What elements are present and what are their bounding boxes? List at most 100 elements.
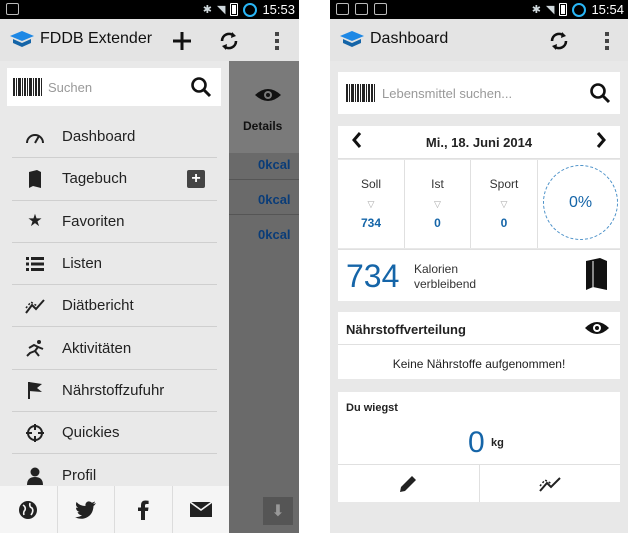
search-icon[interactable] [190, 76, 212, 98]
arrow-down-icon: ⬇ [271, 503, 285, 520]
menu-item-listen[interactable]: Listen [12, 243, 217, 286]
facebook-icon [138, 500, 149, 520]
refresh-button[interactable] [544, 26, 574, 56]
current-date[interactable]: Mi., 18. Juni 2014 [338, 135, 620, 150]
refresh-icon [220, 32, 238, 50]
drawer-menu: Dashboard Tagebuch + ★ Favoriten Listen [12, 116, 217, 497]
stat-label: Ist [431, 177, 444, 191]
barcode-icon[interactable] [13, 78, 43, 96]
bluetooth-icon: ✱ [531, 3, 541, 16]
page-title: Dashboard [370, 30, 449, 47]
add-diary-entry-button[interactable]: + [187, 170, 205, 189]
nutrient-empty-message: Keine Nährstoffe aufgenommen! [392, 357, 566, 371]
flag-icon [22, 380, 48, 400]
refresh-button[interactable] [214, 26, 244, 56]
pencil-icon [400, 475, 417, 492]
weight-unit: kg [491, 437, 504, 449]
globe-icon [19, 500, 38, 519]
menu-item-aktivitaeten[interactable]: Aktivitäten [12, 327, 217, 370]
battery-icon [559, 3, 568, 16]
remaining-label-line2: verbleibend [414, 277, 477, 291]
email-button[interactable] [173, 486, 230, 533]
app-logo-icon [340, 31, 364, 47]
status-bar: ✱ ◥ 15:54 [330, 0, 628, 19]
sync-status-icon [572, 2, 587, 17]
edit-weight-button[interactable] [338, 465, 480, 502]
menu-item-diaetbericht[interactable]: Diätbericht [12, 285, 217, 328]
menu-item-tagebuch[interactable]: Tagebuch + [12, 158, 217, 201]
action-bar: FDDB Extender [0, 19, 299, 61]
date-navigator: Mi., 18. Juni 2014 [338, 126, 620, 159]
notification-icons [6, 3, 19, 15]
menu-item-label: Tagebuch [62, 170, 128, 188]
gauge-icon [22, 127, 48, 147]
diary-book-icon[interactable] [584, 258, 608, 290]
search-input[interactable]: Lebensmittel suchen... [382, 86, 512, 101]
wifi-icon: ◥ [216, 3, 226, 16]
overflow-icon [605, 32, 609, 50]
overflow-menu-button[interactable] [262, 26, 292, 56]
remaining-value: 734 [346, 258, 400, 294]
chevron-right-icon [596, 132, 606, 148]
nutrient-title: Nährstoffverteilung [346, 322, 466, 337]
refresh-icon [550, 32, 568, 50]
details-column: Details [229, 61, 299, 153]
drawer-search-box[interactable]: Suchen [7, 68, 221, 106]
overflow-icon [275, 32, 279, 50]
calorie-stats: Soll ▽ 734 Ist ▽ 0 Sport ▽ 0 0% [338, 160, 620, 248]
remaining-label-line1: Kalorien [414, 262, 459, 276]
trend-icon [22, 296, 48, 316]
food-search-box[interactable]: Lebensmittel suchen... [338, 72, 620, 114]
social-bar [0, 486, 229, 533]
notification-icons [336, 3, 387, 15]
menu-item-label: Favoriten [62, 212, 125, 230]
weight-chart-button[interactable] [480, 465, 621, 502]
facebook-button[interactable] [115, 486, 173, 533]
stat-soll[interactable]: Soll ▽ 734 [338, 160, 405, 248]
menu-item-label: Dashboard [62, 128, 136, 146]
chrome-icon [6, 3, 19, 15]
status-time: 15:54 [591, 2, 624, 17]
menu-item-quickies[interactable]: Quickies [12, 412, 217, 455]
stat-sport[interactable]: Sport ▽ 0 [471, 160, 538, 248]
app-title: FDDB Extender [40, 30, 153, 47]
menu-item-naehrstoffzufuhr[interactable]: Nährstoffzufuhr [12, 370, 217, 413]
menu-item-favoriten[interactable]: ★ Favoriten [12, 201, 217, 243]
details-label: Details [243, 119, 283, 133]
nutrient-header: Nährstoffverteilung [338, 312, 620, 345]
weight-card: Du wiegst 0 kg [338, 392, 620, 502]
wifi-icon: ◥ [545, 3, 555, 16]
app-logo-icon [10, 31, 34, 47]
list-icon [22, 254, 48, 274]
barcode-icon[interactable] [346, 84, 376, 102]
menu-item-label: Profil [62, 467, 97, 485]
twitter-button[interactable] [58, 486, 115, 533]
add-button[interactable] [167, 26, 197, 56]
overflow-menu-button[interactable] [592, 26, 622, 56]
action-bar: Dashboard [330, 19, 628, 61]
star-icon: ★ [27, 211, 43, 231]
scroll-down-button[interactable]: ⬇ [263, 497, 293, 525]
weight-actions [338, 464, 620, 502]
progress-circle: 0% [543, 165, 618, 240]
status-time: 15:53 [262, 2, 295, 17]
search-icon[interactable] [589, 82, 611, 104]
menu-item-label: Listen [62, 255, 103, 273]
book-icon [22, 169, 48, 189]
menu-item-dashboard[interactable]: Dashboard [12, 116, 217, 159]
calories-remaining: 734 Kalorien verbleibend [338, 249, 620, 301]
sync-status-icon [243, 2, 258, 17]
eye-icon[interactable] [584, 320, 610, 336]
triangle-down-icon: ▽ [500, 199, 508, 209]
remaining-label: Kalorien verbleibend [414, 262, 476, 292]
website-button[interactable] [0, 486, 58, 533]
plus-icon [173, 32, 191, 50]
menu-item-label: Aktivitäten [62, 339, 132, 357]
left-screen: ✱ ◥ 15:53 FDDB Extender Details 0kcal 0k… [0, 0, 299, 533]
crosshair-icon [22, 423, 48, 443]
next-day-button[interactable] [596, 131, 606, 154]
runner-icon [22, 338, 48, 358]
twitter-icon [74, 500, 96, 519]
search-input[interactable]: Suchen [48, 80, 92, 95]
stat-ist[interactable]: Ist ▽ 0 [405, 160, 471, 248]
